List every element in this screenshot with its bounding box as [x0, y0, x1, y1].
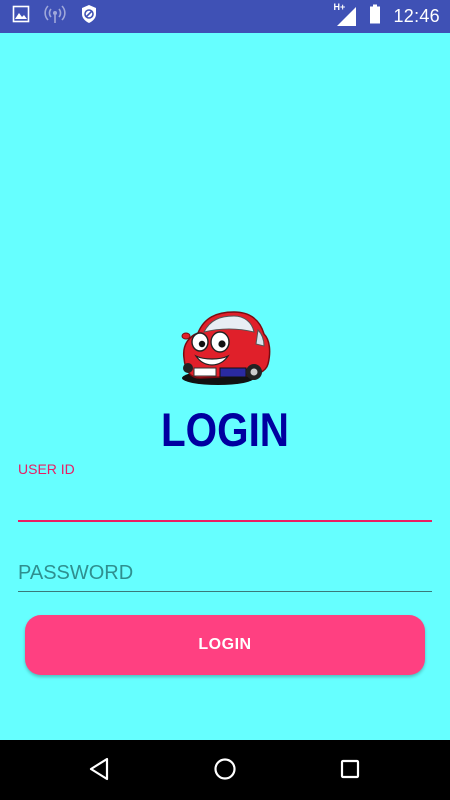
- battery-icon: [369, 4, 381, 29]
- home-icon: [213, 757, 237, 786]
- home-button[interactable]: [210, 756, 240, 786]
- recents-icon: [339, 758, 361, 785]
- login-screen: H+ 12:46 LOGIN USER ID LOGIN: [0, 0, 450, 800]
- user-id-field[interactable]: [18, 484, 432, 522]
- status-left-icons: [12, 4, 98, 29]
- user-id-label: USER ID: [18, 461, 75, 477]
- page-title: LOGIN: [160, 403, 289, 456]
- status-time: 12:46: [393, 5, 440, 26]
- wifi-hotspot-icon: [44, 4, 66, 29]
- login-button[interactable]: LOGIN: [25, 615, 425, 675]
- back-icon: [88, 757, 110, 786]
- cartoon-car-logo: [176, 306, 276, 390]
- network-type-label: H+: [333, 2, 346, 12]
- password-field[interactable]: [18, 556, 432, 592]
- blocked-icon: [80, 4, 98, 29]
- image-icon: [12, 5, 30, 28]
- back-button[interactable]: [84, 756, 114, 786]
- status-bar: H+ 12:46: [0, 0, 450, 33]
- hplus-signal-icon: H+: [333, 2, 357, 27]
- navigation-bar: [0, 740, 450, 800]
- recents-button[interactable]: [335, 756, 365, 786]
- status-right-icons: H+ 12:46: [333, 2, 440, 29]
